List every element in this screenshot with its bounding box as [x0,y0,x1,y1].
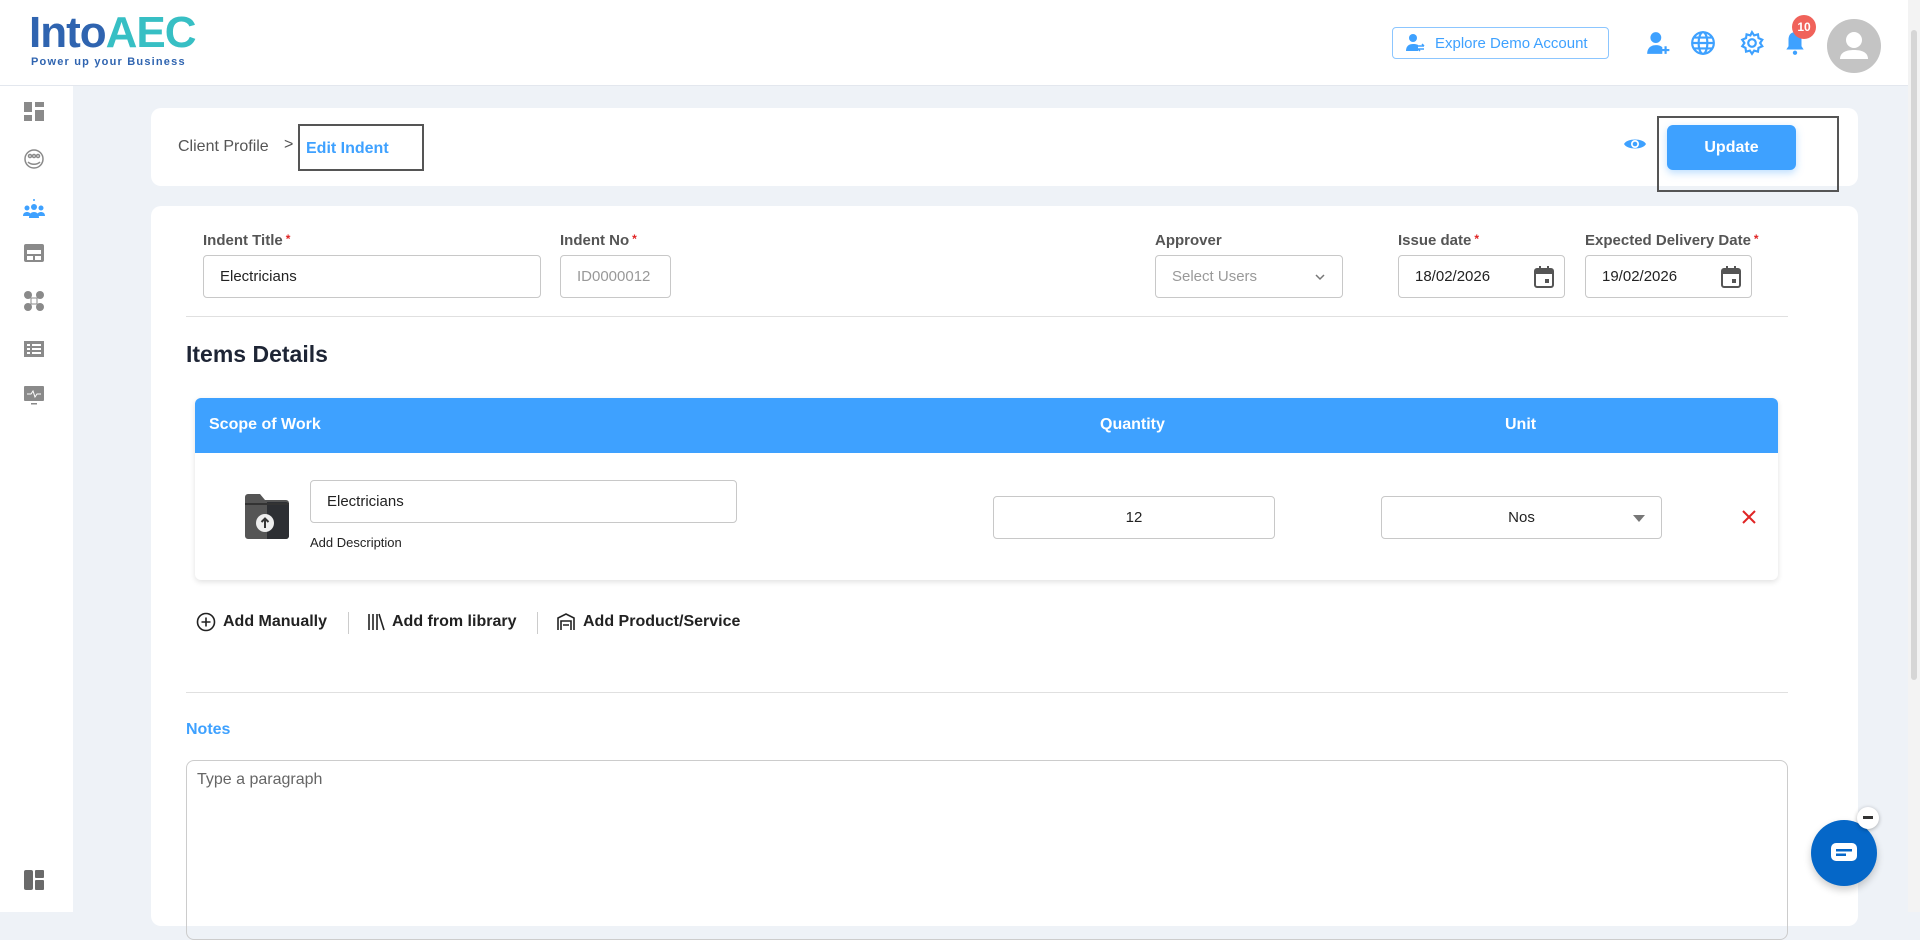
warehouse-icon [557,613,575,630]
layout-toggle-icon[interactable] [23,869,45,891]
add-description-link[interactable]: Add Description [310,535,402,550]
select-value: Nos [1508,509,1535,526]
caret-down-icon [1633,515,1645,522]
chat-icon [1831,843,1857,861]
required-mark: * [1753,232,1759,246]
minus-icon [1863,816,1873,819]
logo-wordmark: IntoAEC [29,8,197,58]
calendar-icon[interactable] [1534,265,1554,288]
indent-no-input: ID0000012 [560,255,671,298]
input-value: Electricians [327,493,404,510]
items-details-heading: Items Details [186,341,328,367]
preview-eye-icon[interactable] [1623,136,1647,152]
column-unit: Unit [1505,416,1537,433]
action-label: Add Product/Service [583,613,741,630]
logo-tagline: Power up your Business [31,56,186,68]
action-separator [348,612,349,634]
notification-badge: 10 [1792,15,1816,39]
section-divider [186,692,1788,693]
delete-row-icon[interactable] [1741,509,1757,525]
required-mark: * [1474,232,1480,246]
quantity-input[interactable]: 12 [993,496,1275,539]
chat-widget-button[interactable] [1811,820,1877,886]
list-icon[interactable] [23,338,45,360]
input-value: Electricians [220,268,297,285]
input-value: 19/02/2026 [1602,268,1678,285]
update-button[interactable]: Update [1667,125,1796,170]
approver-select[interactable]: Select Users [1155,255,1343,298]
label-text: Issue date [1398,232,1472,249]
action-label: Add from library [392,613,517,630]
plus-circle-icon [196,612,216,632]
input-value: ID0000012 [577,268,651,285]
intoaec-logo[interactable]: IntoAEC Power up your Business [29,8,199,72]
indent-title-label: Indent Title * [203,232,290,249]
team-icon[interactable] [23,198,45,220]
scope-of-work-input[interactable]: Electricians [310,480,737,523]
add-product-service-button[interactable]: Add Product/Service [556,612,740,632]
sidebar [0,86,73,912]
add-from-library-button[interactable]: Add from library [367,612,516,632]
action-separator [537,612,538,634]
gear-icon[interactable] [1739,30,1765,56]
scrollbar-thumb[interactable] [1911,30,1917,680]
notes-editor[interactable]: Type a paragraph [186,760,1788,940]
notes-placeholder: Type a paragraph [197,771,323,788]
delivery-date-label: Expected Delivery Date * [1585,232,1759,249]
add-user-icon[interactable] [1645,30,1671,56]
globe-icon[interactable] [1690,30,1716,56]
required-mark: * [632,232,637,246]
page-scrollbar[interactable] [1908,0,1920,912]
top-header [0,0,1920,86]
monitor-icon[interactable] [23,384,45,406]
billing-icon[interactable] [23,242,45,264]
chevron-down-icon [1315,273,1325,280]
notes-label: Notes [186,721,231,738]
folder-upload-icon[interactable] [245,494,289,539]
items-table: Scope of Work Quantity Unit Electricians… [195,398,1778,580]
calendar-icon[interactable] [1721,265,1741,288]
chat-minimize-button[interactable] [1857,807,1879,829]
table-header: Scope of Work Quantity Unit [195,398,1778,453]
modules-icon[interactable] [23,290,45,312]
library-icon [368,613,385,631]
unit-select[interactable]: Nos [1381,496,1662,539]
approver-label: Approver [1155,232,1222,249]
input-value: 18/02/2026 [1415,268,1491,285]
breadcrumb-edit-indent: Edit Indent [298,124,424,171]
avatar-person-icon [1840,32,1868,59]
breadcrumb-client-profile[interactable]: Client Profile [178,138,269,156]
label-text: Indent Title [203,232,283,249]
user-switch-icon [1406,34,1425,52]
issue-date-label: Issue date * [1398,232,1479,249]
breadcrumb-separator: > [284,136,294,153]
dashboard-icon[interactable] [23,101,45,123]
add-manually-button[interactable]: Add Manually [196,612,327,632]
clients-icon[interactable] [23,148,45,170]
column-quantity: Quantity [1100,416,1165,433]
logo-text-aec: AEC [105,8,197,57]
logo-text-into: Into [29,8,107,57]
user-avatar[interactable] [1827,19,1881,73]
action-label: Add Manually [223,613,328,630]
indent-title-input[interactable]: Electricians [203,255,541,298]
label-text: Indent No [560,232,630,249]
input-value: 12 [1125,509,1143,526]
required-mark: * [285,232,291,246]
delivery-date-input[interactable]: 19/02/2026 [1585,255,1752,298]
select-placeholder: Select Users [1172,268,1258,285]
indent-no-label: Indent No * [560,232,637,249]
column-scope-of-work: Scope of Work [209,416,321,433]
explore-demo-account-button[interactable]: Explore Demo Account [1392,27,1609,59]
section-divider [186,316,1788,317]
demo-button-label: Explore Demo Account [1435,34,1588,52]
label-text: Expected Delivery Date [1585,232,1751,249]
issue-date-input[interactable]: 18/02/2026 [1398,255,1565,298]
